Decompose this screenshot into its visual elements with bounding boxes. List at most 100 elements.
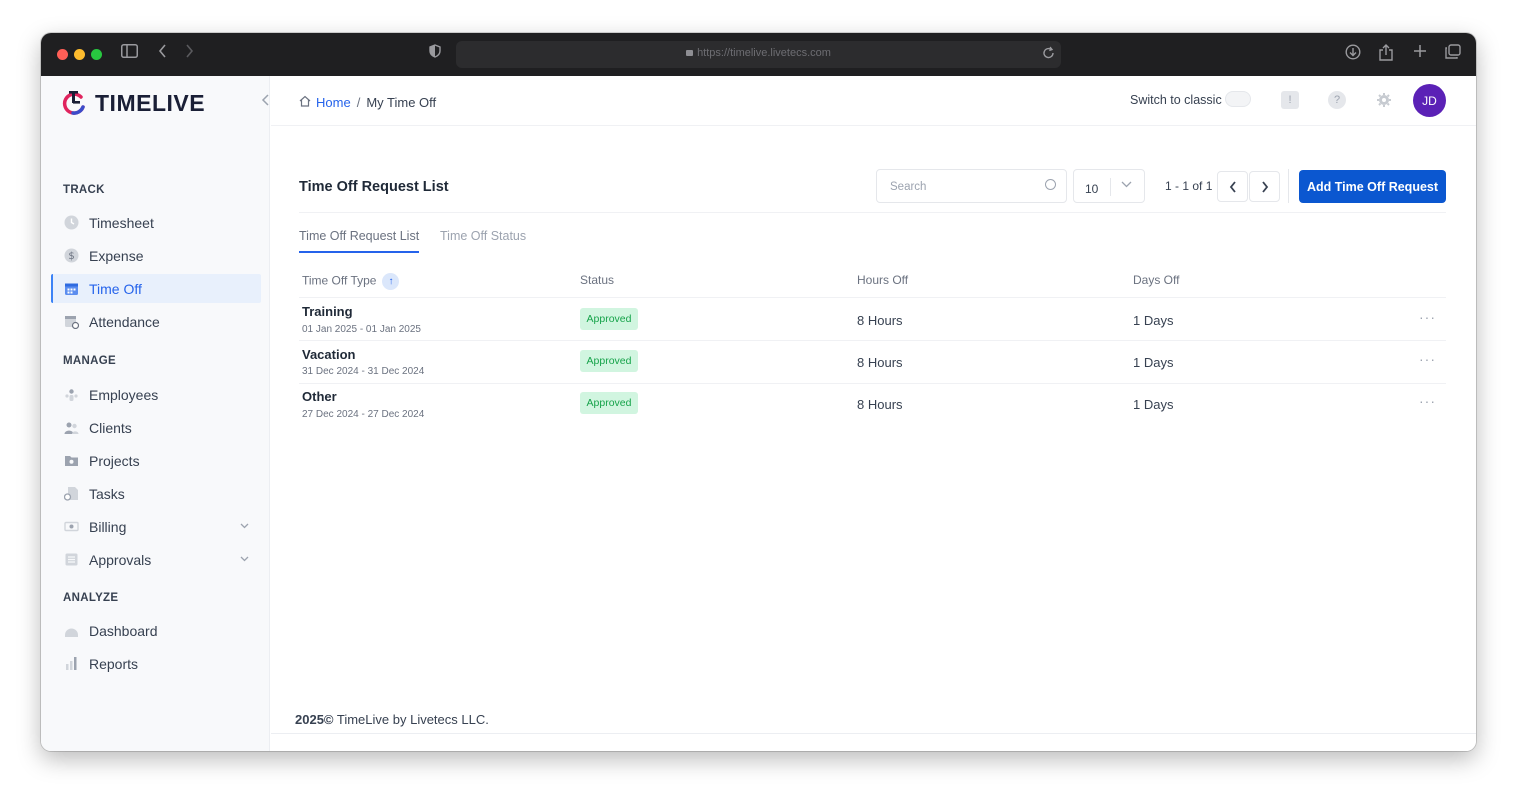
page-size-select[interactable]: 10: [1073, 169, 1145, 203]
timelive-logo-icon: [61, 89, 87, 117]
sidebar-item-label: Time Off: [89, 280, 142, 297]
hours-off-value: 8 Hours: [857, 397, 903, 412]
row-actions-icon[interactable]: ···: [1419, 393, 1436, 409]
switch-to-classic-label: Switch to classic: [1130, 93, 1222, 107]
footer-text: TimeLive by Livetecs LLC.: [333, 712, 489, 727]
sidebar: TIMELIVE TRACK Timesheet $ Expense Time …: [41, 76, 270, 751]
sidebar-item-timesheet[interactable]: Timesheet: [51, 208, 261, 237]
tasks-icon: [63, 486, 79, 502]
sidebar-item-label: Attendance: [89, 313, 160, 330]
sidebar-item-time-off[interactable]: Time Off: [51, 274, 261, 303]
time-off-dates: 01 Jan 2025 - 01 Jan 2025: [302, 324, 421, 335]
sidebar-item-label: Billing: [89, 518, 127, 535]
home-icon[interactable]: [299, 95, 311, 110]
bar-chart-icon: [63, 656, 79, 672]
new-tab-icon[interactable]: [1413, 44, 1427, 64]
lock-icon: [686, 50, 694, 56]
status-badge: Approved: [580, 350, 638, 372]
chevron-down-icon[interactable]: [240, 521, 249, 532]
search-input[interactable]: Search: [876, 169, 1067, 203]
sidebar-item-label: Dashboard: [89, 622, 158, 639]
search-icon: [1045, 179, 1056, 190]
row-actions-icon[interactable]: ···: [1419, 309, 1436, 325]
sort-ascending-icon[interactable]: ↑: [382, 273, 400, 290]
sidebar-item-billing[interactable]: Billing: [51, 512, 261, 541]
sidebar-item-label: Reports: [89, 655, 139, 672]
sidebar-item-label: Projects: [89, 452, 140, 469]
footer-copyright: 2025© TimeLive by Livetecs LLC.: [295, 712, 489, 727]
sidebar-item-label: Expense: [89, 247, 144, 264]
download-icon[interactable]: [1345, 44, 1361, 66]
reload-icon[interactable]: [1042, 46, 1055, 65]
hours-off-value: 8 Hours: [857, 355, 903, 370]
status-badge: Approved: [580, 308, 638, 330]
add-time-off-request-button[interactable]: Add Time Off Request: [1299, 170, 1446, 203]
notification-icon[interactable]: !: [1281, 91, 1299, 109]
calendar-check-icon: [63, 314, 79, 330]
collapse-sidebar-icon[interactable]: [261, 93, 270, 109]
help-icon[interactable]: ?: [1328, 91, 1346, 109]
sidebar-item-clients[interactable]: Clients: [51, 413, 261, 442]
address-bar[interactable]: https://timelive.livetecs.com: [456, 41, 1061, 68]
days-off-value: 1 Days: [1133, 355, 1174, 370]
sidebar-item-expense[interactable]: $ Expense: [51, 241, 261, 270]
column-header-type[interactable]: Time Off Type ↑: [302, 273, 400, 290]
chevron-down-icon[interactable]: [240, 554, 249, 565]
sidebar-item-dashboard[interactable]: Dashboard: [51, 616, 261, 645]
pagination-range: 1 - 1 of 1: [1165, 179, 1213, 193]
sidebar-item-employees[interactable]: Employees: [51, 380, 261, 409]
time-off-type[interactable]: Vacation: [302, 347, 355, 362]
gear-icon[interactable]: [1375, 91, 1393, 109]
column-header-hours-off[interactable]: Hours Off: [857, 273, 908, 287]
brand-name: TIMELIVE: [95, 89, 206, 116]
time-off-type[interactable]: Training: [302, 304, 353, 319]
sidebar-item-tasks[interactable]: Tasks: [51, 479, 261, 508]
close-window-button[interactable]: [57, 49, 68, 60]
chevron-right-icon: [1261, 180, 1268, 193]
svg-text:$: $: [68, 251, 74, 262]
sidebar-item-approvals[interactable]: Approvals: [51, 545, 261, 574]
minimize-window-button[interactable]: [74, 49, 85, 60]
next-page-button[interactable]: [1249, 171, 1280, 202]
hours-off-value: 8 Hours: [857, 313, 903, 328]
breadcrumb-home-link[interactable]: Home: [316, 95, 351, 110]
tab-overview-icon[interactable]: [1445, 44, 1461, 65]
url-text: https://timelive.livetecs.com: [697, 47, 831, 59]
section-title-analyze: ANALYZE: [63, 592, 119, 604]
dollar-icon: $: [63, 248, 79, 264]
chevron-down-icon: [1121, 179, 1132, 191]
main-content: Home / My Time Off Switch to classic ! ?…: [271, 76, 1476, 751]
sidebar-toggle-icon[interactable]: [121, 44, 138, 64]
forward-icon[interactable]: [185, 44, 194, 64]
tab-time-off-request-list[interactable]: Time Off Request List: [299, 229, 420, 253]
switch-to-classic-toggle[interactable]: [1225, 91, 1251, 107]
days-off-value: 1 Days: [1133, 397, 1174, 412]
sidebar-item-reports[interactable]: Reports: [51, 649, 261, 678]
approvals-icon: [63, 552, 79, 568]
column-header-status[interactable]: Status: [580, 273, 614, 287]
time-off-type[interactable]: Other: [302, 389, 337, 404]
calendar-icon: [63, 281, 79, 297]
avatar[interactable]: JD: [1413, 84, 1446, 117]
back-icon[interactable]: [158, 44, 167, 64]
section-title-manage: MANAGE: [63, 355, 116, 367]
privacy-shield-icon[interactable]: [429, 44, 441, 64]
zoom-window-button[interactable]: [91, 49, 102, 60]
row-actions-icon[interactable]: ···: [1419, 351, 1436, 367]
sidebar-item-attendance[interactable]: Attendance: [51, 307, 261, 336]
prev-page-button[interactable]: [1217, 171, 1248, 202]
breadcrumb-current: My Time Off: [366, 95, 437, 110]
share-icon[interactable]: [1379, 44, 1393, 67]
brand-logo[interactable]: TIMELIVE: [61, 86, 205, 120]
top-bar: Home / My Time Off Switch to classic ! ?…: [271, 76, 1476, 126]
section-title-track: TRACK: [63, 184, 105, 196]
tab-time-off-status[interactable]: Time Off Status: [440, 229, 526, 251]
dashboard-icon: [63, 623, 79, 639]
column-header-days-off[interactable]: Days Off: [1133, 273, 1179, 287]
time-off-dates: 31 Dec 2024 - 31 Dec 2024: [302, 366, 425, 377]
breadcrumb-separator: /: [356, 95, 361, 110]
time-off-dates: 27 Dec 2024 - 27 Dec 2024: [302, 409, 425, 420]
sidebar-item-label: Employees: [89, 386, 159, 403]
browser-window: https://timelive.livetecs.com TIMELIVE T…: [41, 33, 1476, 751]
sidebar-item-projects[interactable]: Projects: [51, 446, 261, 475]
